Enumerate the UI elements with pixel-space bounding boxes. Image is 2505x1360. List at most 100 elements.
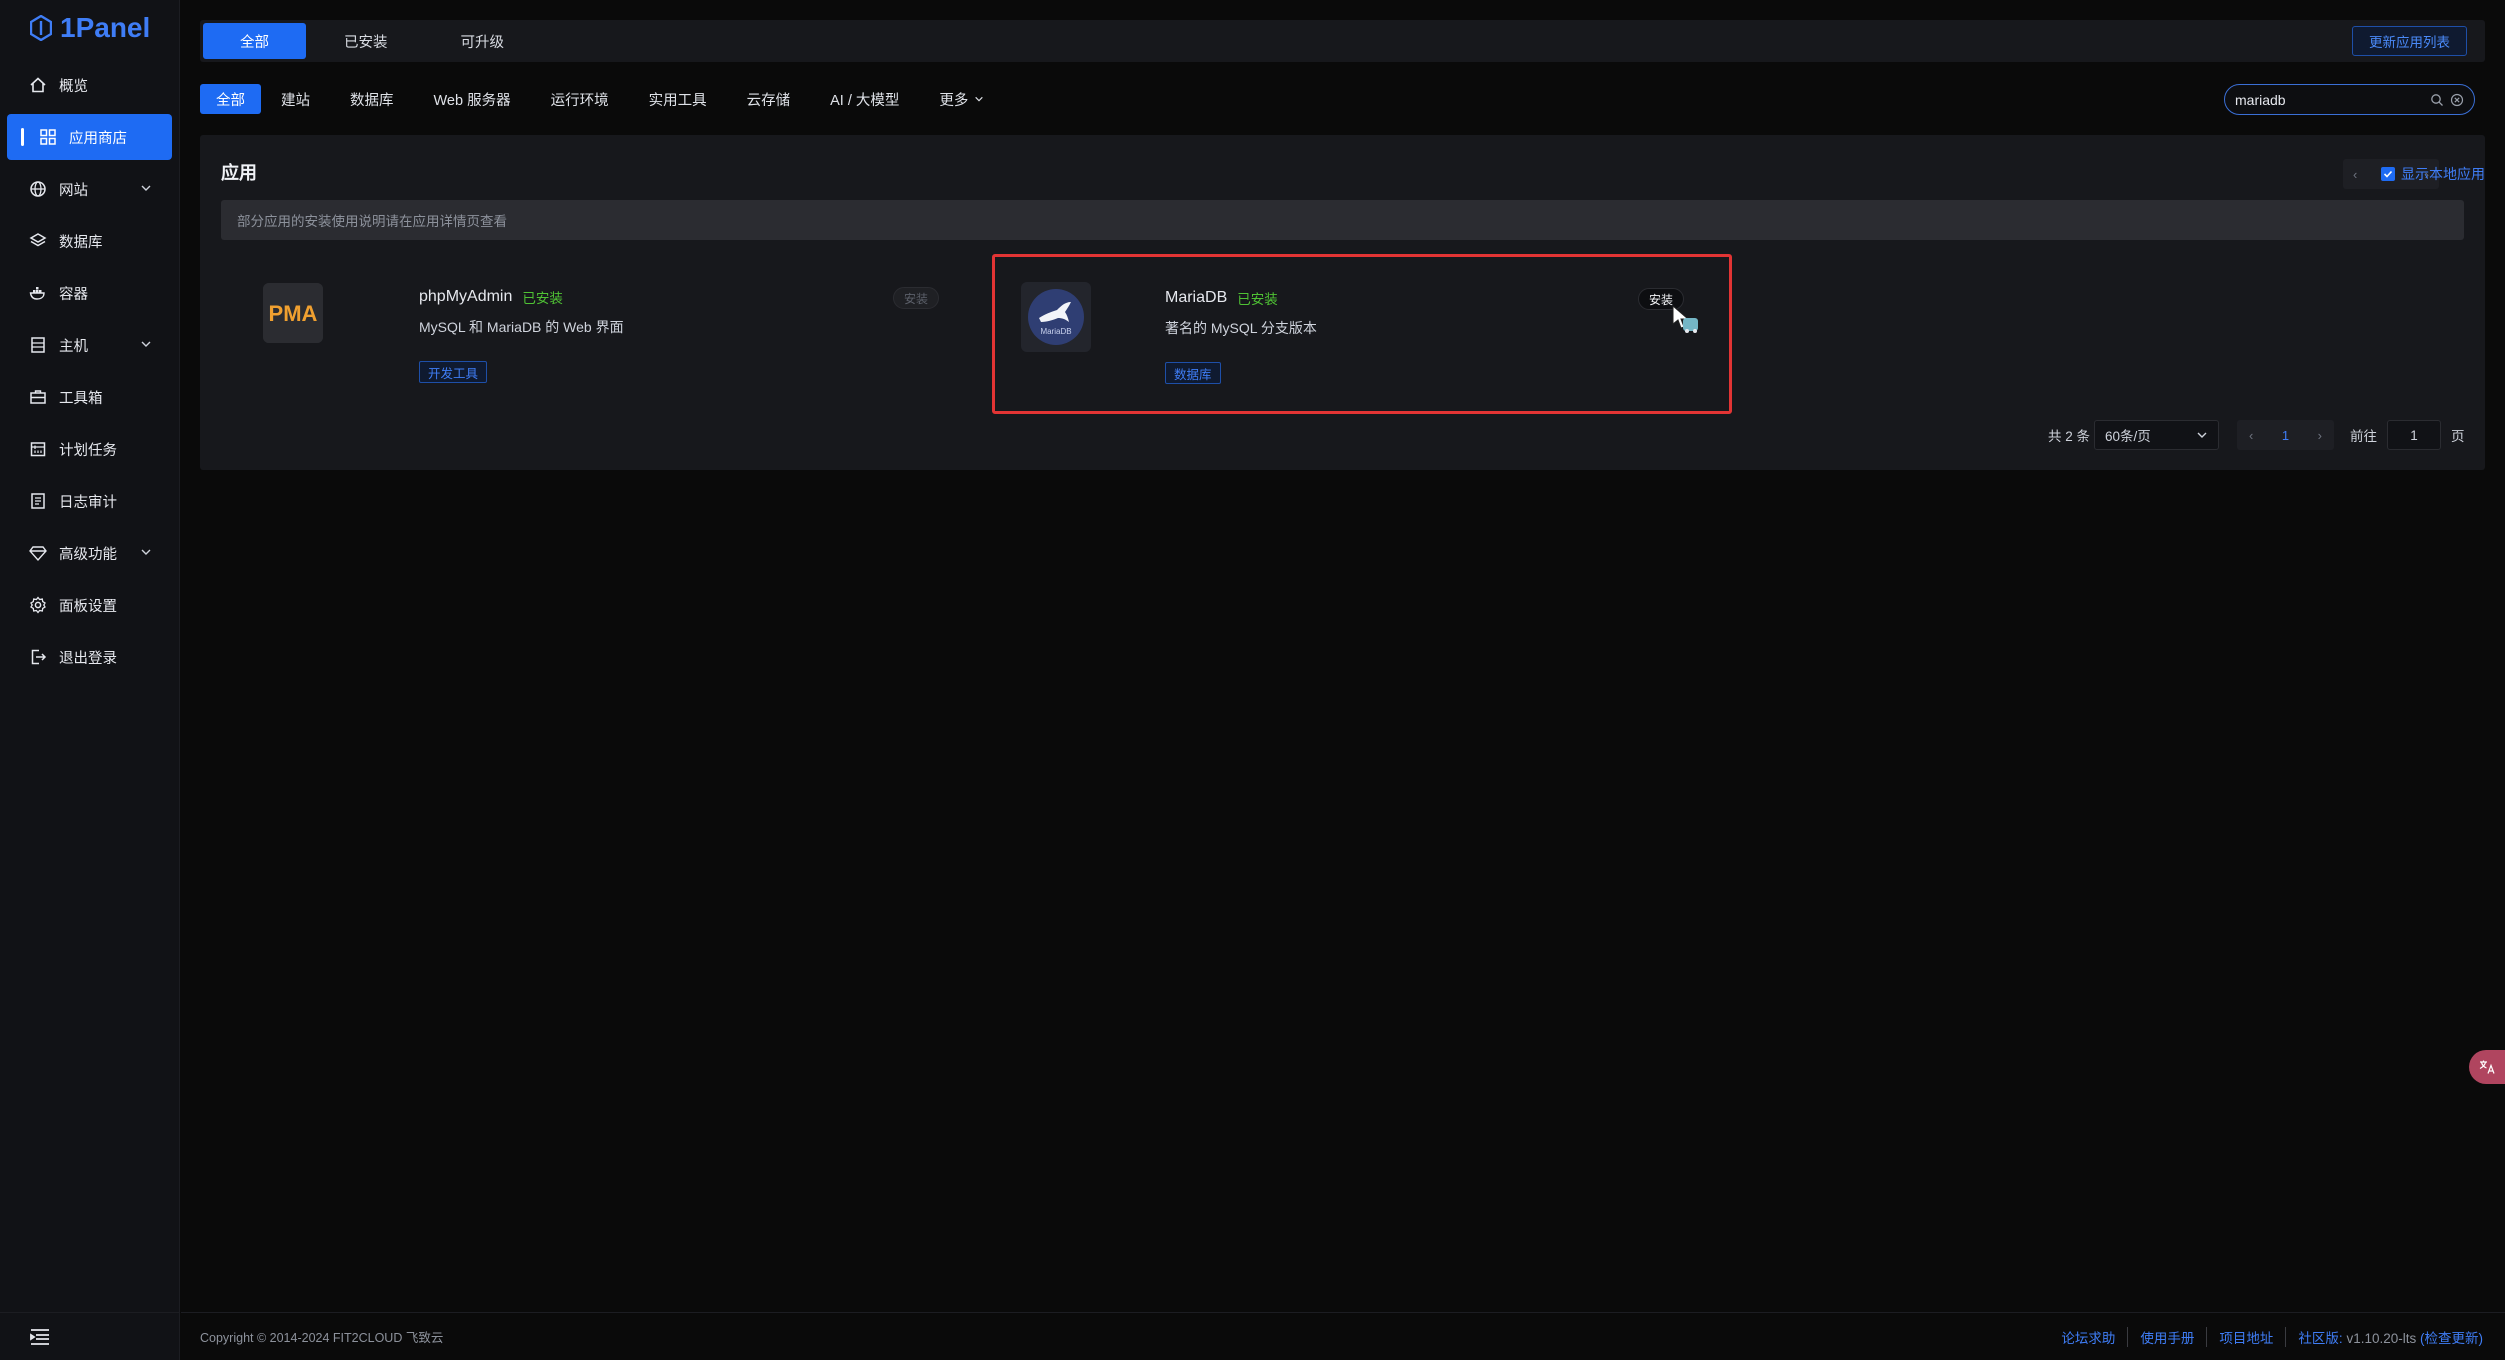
forum-link[interactable]: 论坛求助: [2049, 1326, 2129, 1347]
gear-icon: [29, 596, 47, 614]
chevron-down-icon: [975, 96, 984, 102]
sidebar-collapse-button[interactable]: [0, 1312, 180, 1360]
sidebar-item-website[interactable]: 网站: [7, 166, 172, 212]
category-web-server[interactable]: Web 服务器: [414, 84, 531, 114]
install-button[interactable]: 安装: [893, 287, 940, 309]
brand-logo[interactable]: 1Panel: [0, 0, 179, 56]
goto-page: 前往 页: [2350, 420, 2465, 450]
pma-logo-text: PMA: [269, 301, 318, 326]
main-content: 全部 已安装 可升级 更新应用列表 全部 建站 数据库 Web 服务器 运行环境…: [181, 0, 2505, 1360]
app-card-mariadb[interactable]: MariaDB MariaDB 已安装 著名的 MySQL 分支版本 数据库 安…: [992, 254, 1732, 414]
search-box: [2224, 84, 2475, 115]
cursor-pointer-icon: [1672, 304, 1698, 333]
checkbox-checked-icon: [2381, 167, 2395, 181]
app-tag[interactable]: 开发工具: [419, 361, 488, 383]
log-icon: [29, 492, 47, 510]
sidebar-item-log-audit[interactable]: 日志审计: [7, 478, 172, 524]
search-input[interactable]: [2235, 91, 2424, 108]
sidebar-item-app-store[interactable]: 应用商店: [7, 114, 172, 160]
goto-label: 前往: [2350, 429, 2377, 444]
sidebar-menu: 概览 应用商店 网站 数据库 容器 主机 工具箱 计划任务 日志审计 高级功能 …: [0, 62, 179, 680]
category-database[interactable]: 数据库: [330, 84, 414, 114]
chevron-down-icon: [141, 341, 151, 347]
total-count: 共 2 条: [2048, 429, 2091, 444]
show-local-apps-label: 显示本地应用: [2401, 166, 2485, 182]
apps-panel: 应用 ‹ 1 › 显示本地应用 部分应用的安装使用说明请在应用详情页查看 PMA…: [200, 135, 2485, 470]
category-runtime[interactable]: 运行环境: [531, 84, 629, 114]
installed-badge: 已安装: [1237, 292, 1278, 307]
app-tabs-bar: 全部 已安装 可升级 更新应用列表: [200, 20, 2485, 62]
app-title: phpMyAdmin 已安装: [419, 287, 563, 307]
sidebar-item-label: 容器: [59, 286, 88, 303]
manual-link[interactable]: 使用手册: [2128, 1326, 2208, 1347]
sidebar-item-label: 应用商店: [69, 130, 127, 147]
tab-installed[interactable]: 已安装: [309, 23, 423, 59]
category-more[interactable]: 更多: [919, 84, 1004, 114]
category-filter: 全部 建站 数据库 Web 服务器 运行环境 实用工具 云存储 AI / 大模型…: [200, 84, 1004, 114]
phpmyadmin-logo-icon: PMA: [263, 283, 323, 343]
sidebar-item-toolbox[interactable]: 工具箱: [7, 374, 172, 420]
server-icon: [29, 336, 47, 354]
goto-page-input[interactable]: [2387, 420, 2441, 450]
footer-links: 论坛求助 使用手册 项目地址 社区版: v1.10.20-lts (检查更新): [2049, 1326, 2483, 1347]
chevron-down-icon: [141, 549, 151, 555]
sidebar-item-label: 主机: [59, 338, 88, 355]
show-local-apps-checkbox[interactable]: 显示本地应用: [2381, 159, 2485, 189]
grid-icon: [39, 128, 57, 146]
category-cloud-storage[interactable]: 云存储: [727, 84, 811, 114]
docker-icon: [29, 284, 47, 302]
category-all[interactable]: 全部: [200, 84, 261, 114]
app-name: MariaDB: [1165, 289, 1228, 306]
chevron-down-icon: [2197, 432, 2207, 438]
next-page-icon[interactable]: ›: [2318, 428, 2322, 443]
chevron-down-icon: [141, 185, 151, 191]
project-link[interactable]: 项目地址: [2207, 1326, 2287, 1347]
sidebar-item-database[interactable]: 数据库: [7, 218, 172, 264]
sidebar-item-label: 日志审计: [59, 494, 117, 511]
check-update-link[interactable]: (检查更新): [2420, 1331, 2483, 1346]
version-number: v1.10.20-lts: [2346, 1330, 2417, 1346]
prev-page-icon[interactable]: ‹: [2249, 428, 2253, 443]
prev-page-icon[interactable]: ‹: [2353, 167, 2357, 182]
sidebar-item-label: 网站: [59, 182, 88, 199]
app-title: MariaDB 已安装: [1165, 288, 1278, 308]
clear-icon[interactable]: [2450, 93, 2464, 107]
sidebar-item-settings[interactable]: 面板设置: [7, 582, 172, 628]
sidebar: 1Panel 概览 应用商店 网站 数据库 容器 主机 工具箱 计划任务 日志审…: [0, 0, 180, 1360]
category-more-label: 更多: [939, 92, 969, 109]
search-icon[interactable]: [2430, 93, 2444, 107]
toolbox-icon: [29, 388, 47, 406]
tab-upgradable[interactable]: 可升级: [426, 23, 540, 59]
brand-name: 1Panel: [60, 12, 151, 43]
layers-icon: [29, 232, 47, 250]
sidebar-item-label: 退出登录: [59, 650, 117, 667]
current-page[interactable]: 1: [2282, 428, 2289, 443]
tab-all[interactable]: 全部: [203, 23, 306, 59]
sidebar-item-label: 概览: [59, 78, 88, 95]
category-tools[interactable]: 实用工具: [629, 84, 727, 114]
app-description: 著名的 MySQL 分支版本: [1165, 320, 1317, 336]
sidebar-item-host[interactable]: 主机: [7, 322, 172, 368]
category-ai[interactable]: AI / 大模型: [810, 84, 919, 114]
sidebar-item-logout[interactable]: 退出登录: [7, 634, 172, 680]
sidebar-item-overview[interactable]: 概览: [7, 62, 172, 108]
footer: Copyright © 2014-2024 FIT2CLOUD 飞致云 论坛求助…: [181, 1312, 2505, 1360]
category-website[interactable]: 建站: [261, 84, 330, 114]
translate-float-button[interactable]: [2469, 1050, 2505, 1084]
sidebar-item-label: 数据库: [59, 234, 103, 251]
sidebar-item-label: 工具箱: [59, 390, 103, 407]
sidebar-item-label: 计划任务: [59, 442, 117, 459]
sidebar-item-advanced[interactable]: 高级功能: [7, 530, 172, 576]
app-tag[interactable]: 数据库: [1165, 362, 1221, 384]
sidebar-item-cron[interactable]: 计划任务: [7, 426, 172, 472]
app-card-phpmyadmin[interactable]: PMA phpMyAdmin 已安装 MySQL 和 MariaDB 的 Web…: [221, 253, 961, 413]
update-app-list-button[interactable]: 更新应用列表: [2352, 26, 2467, 56]
globe-icon: [29, 180, 47, 198]
sidebar-item-container[interactable]: 容器: [7, 270, 172, 316]
mariadb-logo-icon: MariaDB: [1021, 282, 1091, 352]
page-size-value: 60条/页: [2105, 429, 2151, 444]
page-size-select[interactable]: 60条/页: [2094, 420, 2219, 450]
translate-icon: [2479, 1060, 2495, 1074]
page-suffix: 页: [2451, 429, 2465, 444]
sidebar-item-label: 高级功能: [59, 546, 117, 563]
